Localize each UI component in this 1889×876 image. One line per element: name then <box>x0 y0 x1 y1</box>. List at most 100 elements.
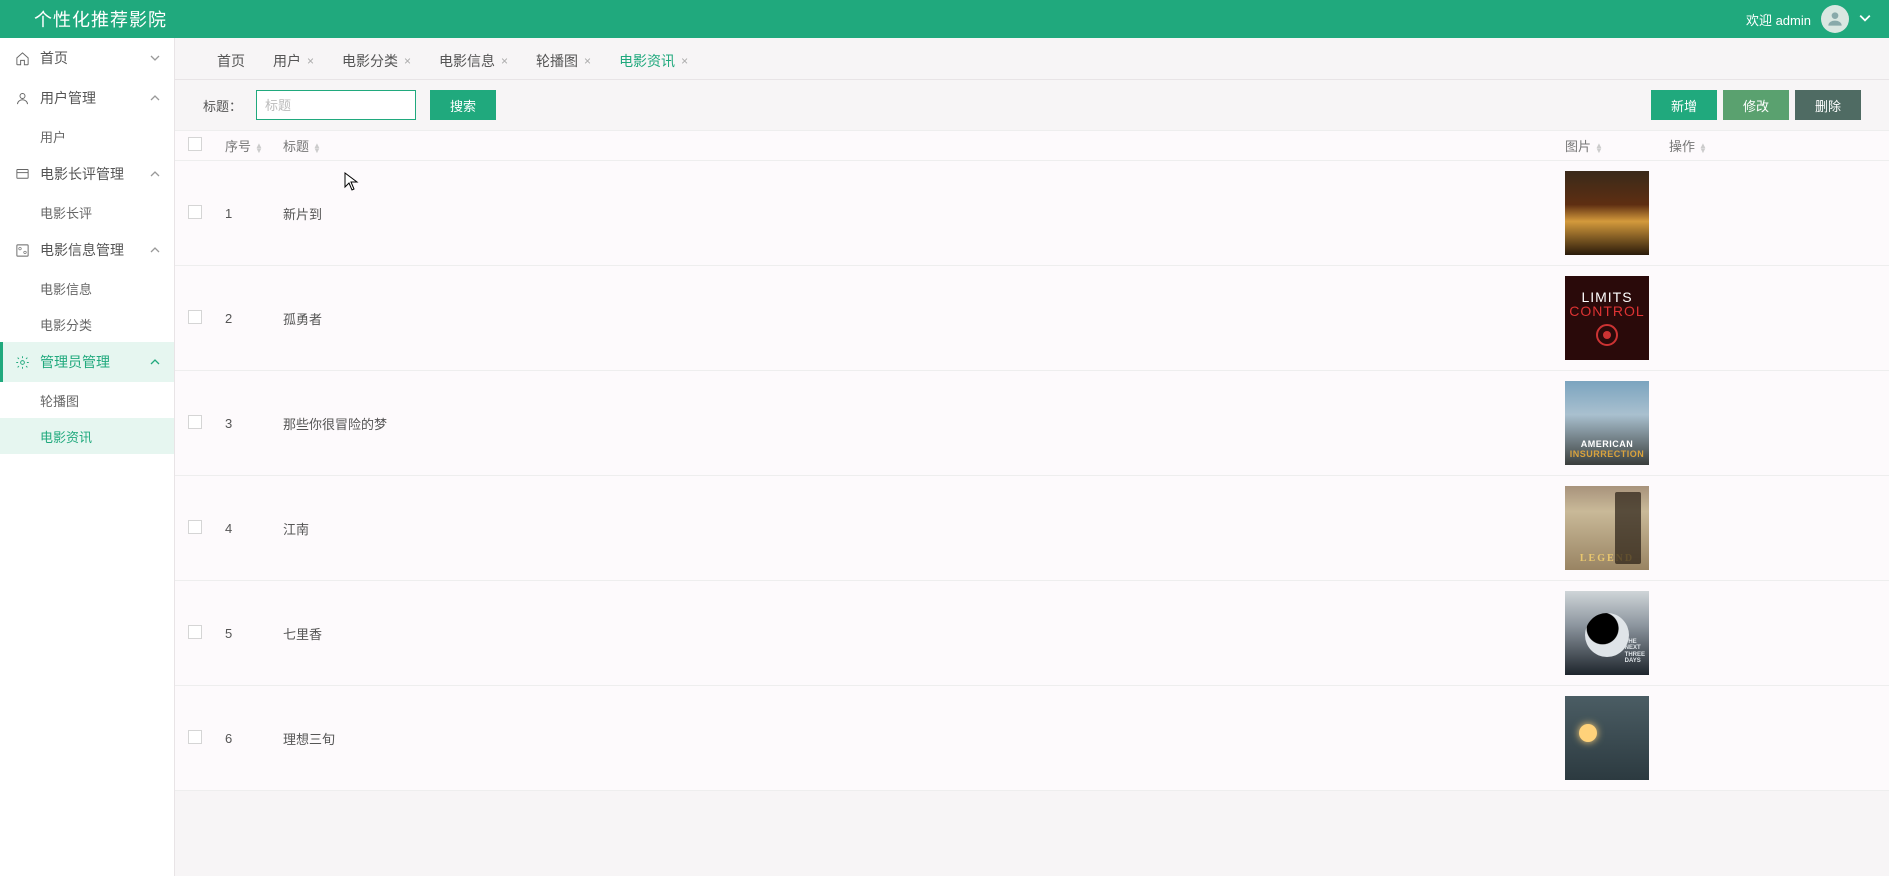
sidebar-item-user[interactable]: 用户 <box>0 118 174 154</box>
sidebar-label-carousel: 轮播图 <box>40 391 79 410</box>
close-icon[interactable]: × <box>404 54 411 68</box>
sidebar: 首页 用户管理 用户 电影长评管理 电影长评 电影信息管理 电影信息 电影分类 … <box>0 38 175 876</box>
row-checkbox[interactable] <box>188 205 202 219</box>
row-index: 3 <box>215 371 273 476</box>
toolbar: 标题： 搜索 新增 修改 删除 <box>175 80 1889 130</box>
row-checkbox[interactable] <box>188 310 202 324</box>
row-image-cell: LIMITSCONTROL <box>1555 266 1659 371</box>
review-icon <box>14 166 30 182</box>
row-op <box>1659 371 1889 476</box>
row-checkbox[interactable] <box>188 520 202 534</box>
checkbox-all[interactable] <box>188 137 202 151</box>
table-row: 4江南LEGEND <box>175 476 1889 581</box>
tab-label: 电影信息 <box>439 51 495 71</box>
user-icon <box>1825 9 1845 29</box>
row-op <box>1659 476 1889 581</box>
close-icon[interactable]: × <box>501 54 508 68</box>
search-input[interactable] <box>256 90 416 120</box>
tab-0[interactable]: 首页 <box>203 41 259 79</box>
row-index: 1 <box>215 161 273 266</box>
tab-bar: 首页用户× 电影分类 × 电影信息 × 轮播图 × 电影资讯 × <box>175 38 1889 80</box>
chevron-up-icon <box>150 90 160 106</box>
col-index[interactable]: 序号▲▼ <box>215 131 273 161</box>
close-icon[interactable]: × <box>681 54 688 68</box>
sidebar-item-home[interactable]: 首页 <box>0 38 174 78</box>
poster-image[interactable] <box>1565 171 1649 255</box>
row-op <box>1659 266 1889 371</box>
chevron-down-icon <box>150 50 160 66</box>
row-checkbox[interactable] <box>188 415 202 429</box>
row-checkbox[interactable] <box>188 625 202 639</box>
film-icon <box>14 242 30 258</box>
table-row: 1新片到 <box>175 161 1889 266</box>
sidebar-item-user-mgmt[interactable]: 用户管理 <box>0 78 174 118</box>
user-menu-toggle[interactable] <box>1859 12 1871 27</box>
col-checkbox <box>175 131 215 161</box>
sidebar-label-movieinfo: 电影信息 <box>40 279 92 298</box>
sidebar-label-review-mgmt: 电影长评管理 <box>40 164 124 184</box>
tab-label: 电影分类 <box>342 51 398 71</box>
sort-icon: ▲▼ <box>1595 143 1603 153</box>
edit-button[interactable]: 修改 <box>1723 90 1789 120</box>
col-image[interactable]: 图片▲▼ <box>1555 131 1659 161</box>
sidebar-item-admin-mgmt[interactable]: 管理员管理 <box>0 342 174 382</box>
tab-2[interactable]: 电影分类 × <box>328 41 425 79</box>
tab-4[interactable]: 轮播图 × <box>522 41 605 79</box>
row-title: 理想三旬 <box>273 686 1555 791</box>
sort-icon: ▲▼ <box>1699 143 1707 153</box>
poster-image[interactable]: LIMITSCONTROL <box>1565 276 1649 360</box>
sidebar-item-review-mgmt[interactable]: 电影长评管理 <box>0 154 174 194</box>
search-button[interactable]: 搜索 <box>430 90 496 120</box>
sidebar-label-news: 电影资讯 <box>40 427 92 446</box>
sort-icon: ▲▼ <box>255 143 263 153</box>
row-image-cell: THENEXTTHREEDAYS <box>1555 581 1659 686</box>
poster-image[interactable]: AMERICANINSURRECTION <box>1565 381 1649 465</box>
poster-image[interactable] <box>1565 696 1649 780</box>
sidebar-label-admin-mgmt: 管理员管理 <box>40 352 110 372</box>
row-op <box>1659 581 1889 686</box>
sidebar-label-user-mgmt: 用户管理 <box>40 88 96 108</box>
tab-3[interactable]: 电影信息 × <box>425 41 522 79</box>
sidebar-label-review: 电影长评 <box>40 203 92 222</box>
table-row: 5七里香THENEXTTHREEDAYS <box>175 581 1889 686</box>
row-op <box>1659 686 1889 791</box>
app-title: 个性化推荐影院 <box>34 6 167 32</box>
news-table: 序号▲▼ 标题▲▼ 图片▲▼ 操作▲▼ 1新片到2孤勇者LIMITSCONTRO… <box>175 130 1889 791</box>
chevron-up-icon <box>150 242 160 258</box>
chevron-up-icon <box>150 354 160 370</box>
row-title: 那些你很冒险的梦 <box>273 371 1555 476</box>
table-container[interactable]: 序号▲▼ 标题▲▼ 图片▲▼ 操作▲▼ 1新片到2孤勇者LIMITSCONTRO… <box>175 130 1889 876</box>
sidebar-item-movieinfo-mgmt[interactable]: 电影信息管理 <box>0 230 174 270</box>
row-image-cell: AMERICANINSURRECTION <box>1555 371 1659 476</box>
sidebar-label-moviecat: 电影分类 <box>40 315 92 334</box>
close-icon[interactable]: × <box>584 54 591 68</box>
header-right: 欢迎 admin <box>1746 5 1871 33</box>
row-title: 江南 <box>273 476 1555 581</box>
col-op[interactable]: 操作▲▼ <box>1659 131 1889 161</box>
add-button[interactable]: 新增 <box>1651 90 1717 120</box>
avatar[interactable] <box>1821 5 1849 33</box>
delete-button[interactable]: 删除 <box>1795 90 1861 120</box>
sidebar-item-carousel[interactable]: 轮播图 <box>0 382 174 418</box>
close-icon[interactable]: × <box>307 54 314 68</box>
sidebar-label-home: 首页 <box>40 48 68 68</box>
sidebar-item-review[interactable]: 电影长评 <box>0 194 174 230</box>
tab-label: 轮播图 <box>536 51 578 71</box>
row-image-cell: LEGEND <box>1555 476 1659 581</box>
tab-1[interactable]: 用户× <box>259 41 328 79</box>
sidebar-item-movieinfo[interactable]: 电影信息 <box>0 270 174 306</box>
table-row: 3那些你很冒险的梦AMERICANINSURRECTION <box>175 371 1889 476</box>
tab-5[interactable]: 电影资讯 × <box>605 41 702 79</box>
sort-icon: ▲▼ <box>313 143 321 153</box>
row-checkbox[interactable] <box>188 730 202 744</box>
tab-label: 电影资讯 <box>619 51 675 71</box>
home-icon <box>14 50 30 66</box>
sidebar-item-news[interactable]: 电影资讯 <box>0 418 174 454</box>
poster-image[interactable]: LEGEND <box>1565 486 1649 570</box>
col-title[interactable]: 标题▲▼ <box>273 131 1555 161</box>
sidebar-label-user: 用户 <box>40 127 66 146</box>
sidebar-item-moviecat[interactable]: 电影分类 <box>0 306 174 342</box>
poster-image[interactable]: THENEXTTHREEDAYS <box>1565 591 1649 675</box>
tab-label: 首页 <box>217 51 245 71</box>
sidebar-label-movieinfo-mgmt: 电影信息管理 <box>40 240 124 260</box>
